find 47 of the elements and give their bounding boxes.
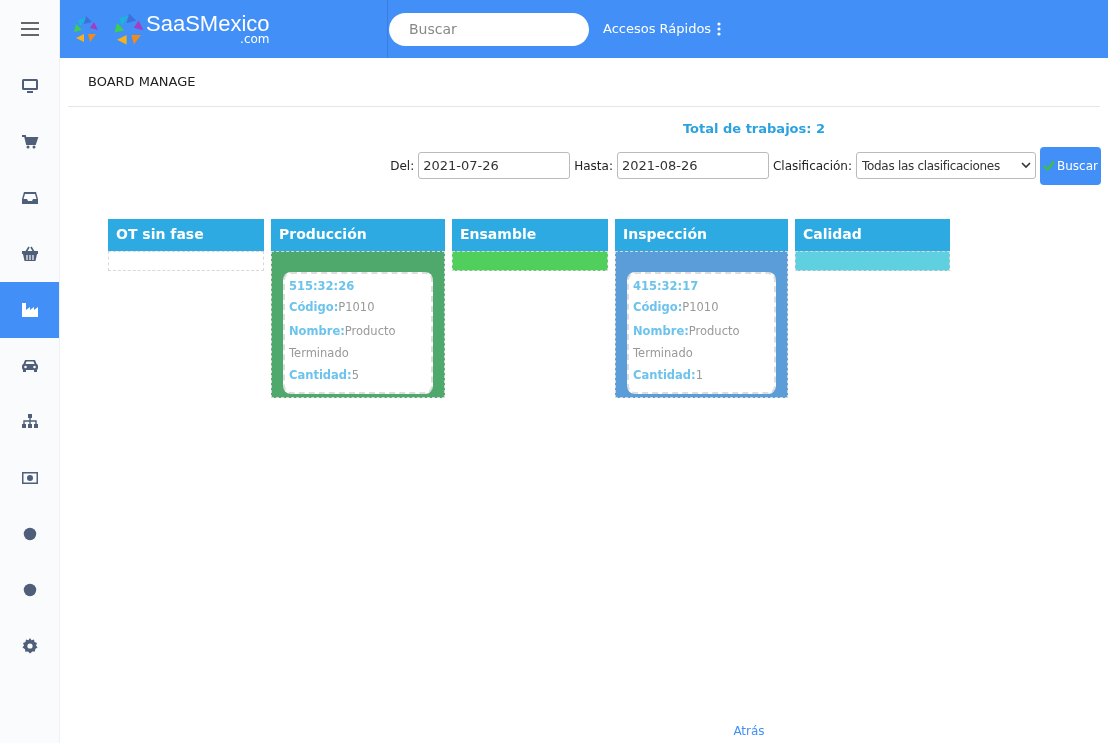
cart-icon xyxy=(20,133,39,151)
job-time: 415:32:17 xyxy=(633,277,700,295)
circle-icon xyxy=(21,526,38,542)
gear-icon xyxy=(20,637,39,655)
monitor-icon xyxy=(20,77,39,95)
classification-label: Clasificación: xyxy=(772,157,852,175)
logo-text: SaaSMexico xyxy=(146,13,270,35)
card-field: Cantidad:1 xyxy=(633,363,770,386)
card-field: Código:P1010 xyxy=(289,295,427,318)
search-field[interactable]: Buscar xyxy=(389,12,589,46)
column-header: Calidad xyxy=(795,218,950,251)
car-icon xyxy=(20,357,39,375)
logo-suffix: .com xyxy=(240,33,270,45)
circle-icon xyxy=(21,582,38,598)
card-field: Nombre:Producto Terminado xyxy=(633,319,770,364)
column-header: Ensamble xyxy=(452,218,608,251)
quick-access-link[interactable]: Accesos Rápidos xyxy=(603,19,712,39)
from-label: Del: xyxy=(390,157,415,175)
card-field: Cantidad:5 xyxy=(289,363,427,386)
inbox-icon xyxy=(20,189,39,207)
column-header: Inspección xyxy=(615,218,788,251)
sitemap-icon xyxy=(20,413,39,431)
column-header: Producción xyxy=(271,218,445,251)
star-logo-icon xyxy=(72,14,100,44)
back-link[interactable]: Atrás xyxy=(733,722,765,740)
more-vertical-icon[interactable] xyxy=(717,22,722,36)
basket-icon xyxy=(20,245,39,263)
from-date-field[interactable]: 2021-07-26 xyxy=(418,152,571,179)
page-title: BOARD MANAGE xyxy=(88,73,196,92)
search-button[interactable]: Buscar xyxy=(1040,146,1101,185)
job-card[interactable]: 515:32:26 Código:P1010 Nombre:Producto Terminado Cantidad:5 xyxy=(283,271,433,394)
checkmark-icon xyxy=(1043,160,1055,171)
to-date-field[interactable]: 2021-08-26 xyxy=(616,152,769,179)
card-field: Nombre:Producto Terminado xyxy=(289,319,427,364)
classification-dropdown[interactable]: Todas las clasificaciones xyxy=(856,152,1036,179)
factory-icon xyxy=(20,301,39,319)
job-card[interactable]: 415:32:17 Código:P1010 Nombre:Producto Terminado Cantidad:1 xyxy=(627,271,776,394)
menu-icon[interactable] xyxy=(20,22,39,36)
banknote-icon xyxy=(20,469,39,487)
chevron-down-icon xyxy=(1021,162,1031,169)
column-header: OT sin fase xyxy=(108,218,264,251)
star-logo-icon xyxy=(112,11,146,47)
card-field: Código:P1010 xyxy=(633,295,770,318)
total-jobs-text: Total de trabajos: 2 xyxy=(682,120,826,138)
sidebar-item[interactable] xyxy=(0,282,59,338)
job-time: 515:32:26 xyxy=(289,277,356,295)
to-label: Hasta: xyxy=(574,157,613,175)
